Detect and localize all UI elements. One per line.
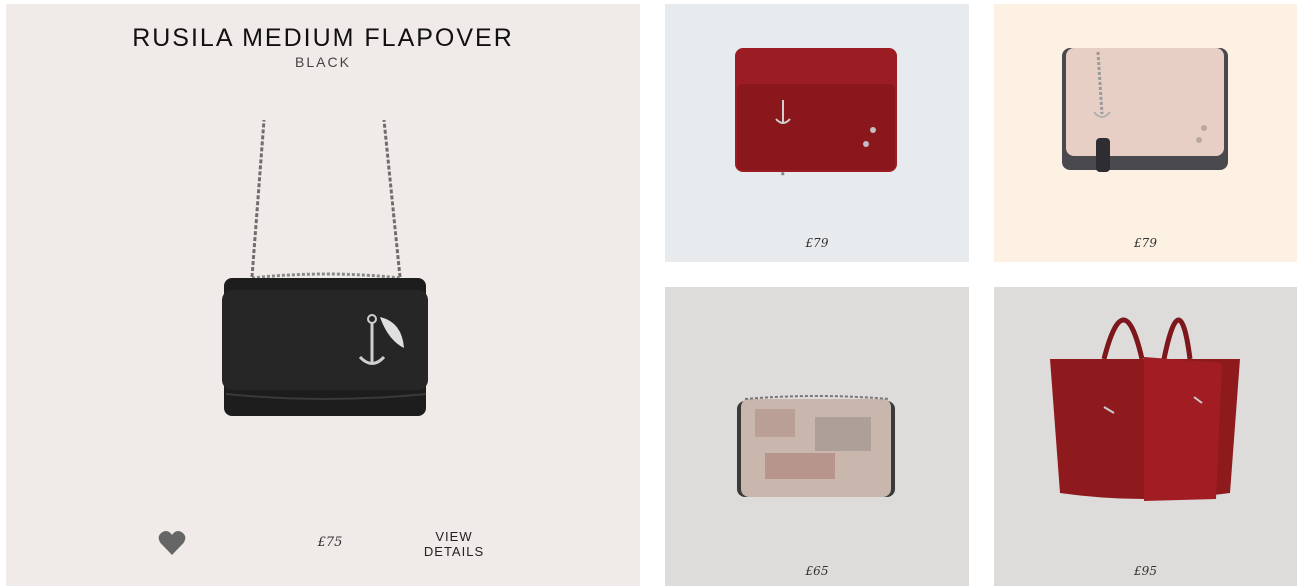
product-price: £65 [805, 564, 829, 578]
featured-product-card: RUSILA MEDIUM FLAPOVER BLACK £75 VIEW DE… [6, 4, 640, 586]
product-image [1050, 317, 1240, 501]
product-title: RUSILA MEDIUM FLAPOVER [132, 24, 514, 52]
product-price: £79 [1134, 236, 1157, 250]
product-price: £79 [805, 236, 829, 250]
product-tile[interactable]: £95 [994, 287, 1297, 586]
product-price: £75 [317, 535, 343, 550]
view-details-link[interactable]: VIEW DETAILS [416, 529, 492, 559]
product-image[interactable] [212, 112, 436, 424]
product-image [737, 395, 895, 497]
product-tile[interactable]: £79 [994, 4, 1297, 262]
product-color: BLACK [295, 54, 351, 70]
product-tile[interactable]: £65 [665, 287, 969, 586]
heart-icon[interactable] [158, 530, 186, 556]
product-image [1062, 48, 1228, 172]
product-tile[interactable]: £79 [665, 4, 969, 262]
product-price: £95 [1134, 564, 1157, 578]
product-image [735, 47, 897, 177]
